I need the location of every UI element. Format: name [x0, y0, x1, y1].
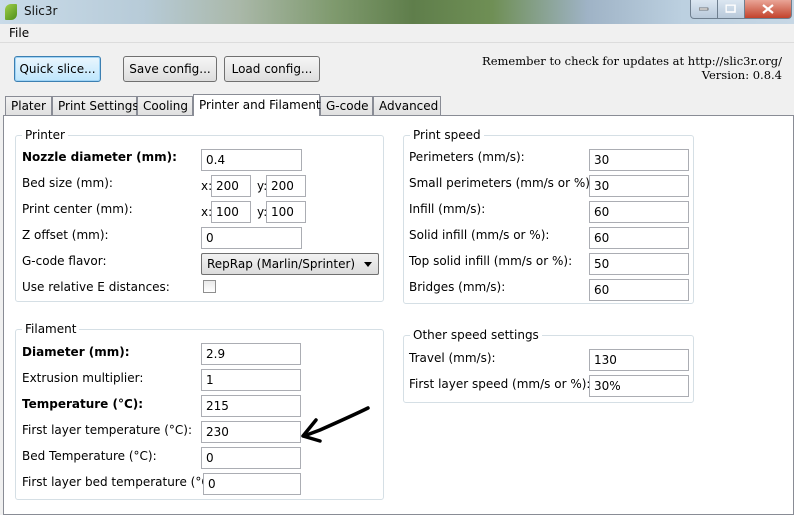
close-icon[interactable] — [744, 0, 792, 19]
tab-cooling[interactable]: Cooling — [137, 96, 193, 115]
minimize-icon[interactable] — [690, 0, 718, 19]
slic3r-logo-icon — [5, 4, 17, 20]
infill-input[interactable] — [589, 201, 689, 223]
bed-temperature-label: Bed Temperature (°C): — [22, 449, 157, 463]
tab-strip: Plater Print Settings Cooling Printer an… — [0, 94, 794, 116]
extrusion-multiplier-input[interactable] — [201, 369, 301, 391]
top-solid-infill-label: Top solid infill (mm/s or %): — [409, 254, 573, 268]
update-notice: Remember to check for updates at http://… — [482, 54, 782, 82]
infill-label: Infill (mm/s): — [409, 202, 486, 216]
top-solid-infill-input[interactable] — [589, 253, 689, 275]
first-layer-temperature-input[interactable] — [201, 421, 301, 443]
filament-diameter-label: Diameter (mm): — [22, 345, 130, 359]
menu-bar: File — [0, 24, 794, 43]
gcode-flavor-select[interactable]: RepRap (Marlin/Sprinter) — [201, 253, 379, 275]
title-bar: Slic3r — [0, 0, 794, 24]
gcode-flavor-value: RepRap (Marlin/Sprinter) — [207, 257, 356, 271]
save-config-button[interactable]: Save config... — [123, 56, 217, 82]
version-text: Version: 0.8.4 — [701, 68, 782, 82]
travel-label: Travel (mm/s): — [409, 351, 496, 365]
tab-print-settings[interactable]: Print Settings — [52, 96, 139, 115]
first-layer-temperature-label: First layer temperature (°C): — [22, 423, 193, 437]
first-layer-speed-input[interactable] — [589, 375, 689, 397]
small-perimeters-label: Small perimeters (mm/s or %): — [409, 176, 594, 190]
solid-infill-input[interactable] — [589, 227, 689, 249]
tab-g-code[interactable]: G-code — [320, 96, 373, 115]
bed-size-x-input[interactable] — [211, 175, 251, 197]
bed-size-label: Bed size (mm): — [22, 176, 113, 190]
tab-advanced[interactable]: Advanced — [373, 96, 441, 115]
print-center-label: Print center (mm): — [22, 202, 133, 216]
first-layer-bed-temperature-label: First layer bed temperature (°C): — [22, 475, 219, 489]
hand-drawn-arrow-icon — [301, 406, 370, 443]
bed-temperature-input[interactable] — [201, 447, 301, 469]
temperature-label: Temperature (°C): — [22, 397, 144, 411]
first-layer-bed-temperature-input[interactable] — [203, 473, 301, 495]
tab-printer-and-filament[interactable]: Printer and Filament — [193, 94, 321, 116]
z-offset-input[interactable] — [201, 227, 302, 249]
bed-size-y-input[interactable] — [266, 175, 306, 197]
load-config-button[interactable]: Load config... — [224, 56, 320, 82]
window-title: Slic3r — [24, 4, 58, 18]
other-speed-legend: Other speed settings — [413, 328, 539, 342]
z-offset-label: Z offset (mm): — [22, 228, 109, 242]
print-center-y-input[interactable] — [266, 201, 306, 223]
solid-infill-label: Solid infill (mm/s or %): — [409, 228, 550, 242]
update-notice-line: Remember to check for updates at http://… — [482, 54, 782, 68]
travel-input[interactable] — [589, 349, 689, 371]
relative-e-label: Use relative E distances: — [22, 280, 170, 294]
temperature-input[interactable] — [201, 395, 301, 417]
perimeters-label: Perimeters (mm/s): — [409, 150, 525, 164]
first-layer-speed-label: First layer speed (mm/s or %): — [409, 377, 591, 391]
nozzle-diameter-input[interactable] — [201, 149, 302, 171]
print-speed-legend: Print speed — [413, 128, 481, 142]
gcode-flavor-label: G-code flavor: — [22, 254, 107, 268]
filament-diameter-input[interactable] — [201, 343, 301, 365]
chevron-down-icon — [364, 262, 372, 267]
perimeters-input[interactable] — [589, 149, 689, 171]
quick-slice-button[interactable]: Quick slice... — [14, 56, 101, 82]
tab-plater[interactable]: Plater — [5, 96, 52, 115]
bridges-input[interactable] — [589, 279, 689, 301]
nozzle-diameter-label: Nozzle diameter (mm): — [22, 150, 177, 164]
print-center-x-input[interactable] — [211, 201, 251, 223]
small-perimeters-input[interactable] — [589, 175, 689, 197]
menu-file[interactable]: File — [9, 26, 29, 40]
maximize-icon[interactable] — [717, 0, 745, 19]
filament-legend: Filament — [25, 322, 77, 336]
bridges-label: Bridges (mm/s): — [409, 280, 506, 294]
relative-e-checkbox[interactable] — [203, 280, 216, 293]
printer-legend: Printer — [25, 128, 65, 142]
extrusion-multiplier-label: Extrusion multiplier: — [22, 371, 144, 385]
